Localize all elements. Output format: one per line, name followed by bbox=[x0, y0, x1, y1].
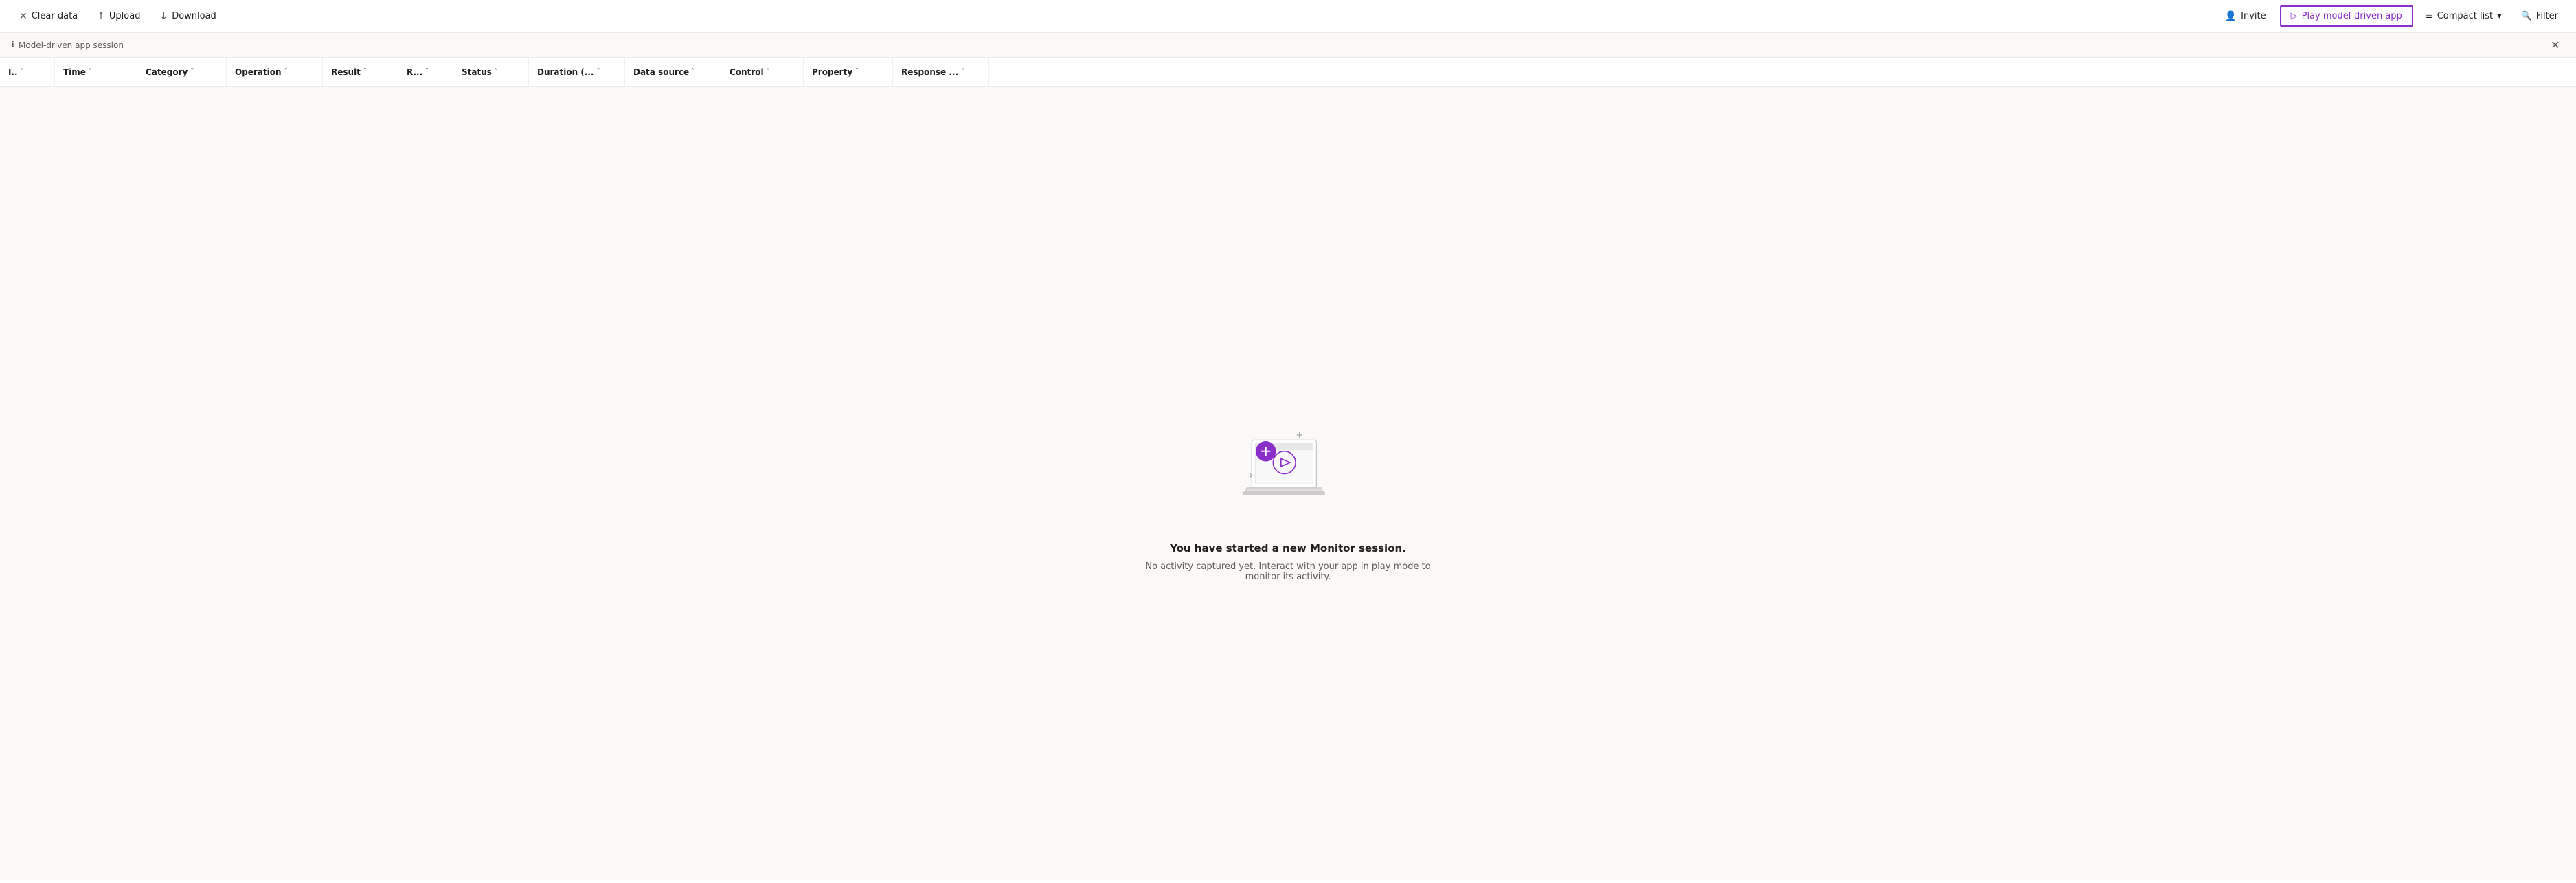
upload-label: Upload bbox=[109, 11, 141, 21]
list-icon: ≡ bbox=[2426, 11, 2433, 21]
column-header-time[interactable]: Time ˅ bbox=[55, 58, 137, 86]
invite-label: Invite bbox=[2241, 11, 2266, 21]
laptop-svg: + bbox=[1212, 413, 1336, 513]
info-icon: ℹ bbox=[11, 40, 14, 50]
col-time-label: Time bbox=[63, 67, 86, 77]
column-header-control[interactable]: Control ˅ bbox=[721, 58, 804, 86]
col-property-label: Property bbox=[812, 67, 852, 77]
invite-button[interactable]: 👤 Invite bbox=[2217, 7, 2274, 26]
download-icon: ↓ bbox=[159, 11, 168, 22]
column-header-response[interactable]: Response ... ˅ bbox=[893, 58, 989, 86]
col-category-label: Category bbox=[146, 67, 188, 77]
clear-data-label: Clear data bbox=[32, 11, 78, 21]
main-content: + You have started a new Monitor sessio bbox=[0, 87, 2576, 880]
chevron-down-icon: ˅ bbox=[363, 68, 367, 76]
play-model-driven-button[interactable]: ▷ Play model-driven app bbox=[2280, 5, 2413, 27]
compact-list-label: Compact list bbox=[2437, 11, 2493, 21]
toolbar-right: 👤 Invite ▷ Play model-driven app ≡ Compa… bbox=[2217, 5, 2565, 27]
filter-label: Filter bbox=[2536, 11, 2558, 21]
chevron-down-icon: ˅ bbox=[495, 68, 498, 76]
col-operation-label: Operation bbox=[235, 67, 282, 77]
chevron-down-icon: ˅ bbox=[21, 68, 24, 76]
session-bar: ℹ Model-driven app session ✕ bbox=[0, 33, 2576, 58]
column-header-datasource[interactable]: Data source ˅ bbox=[625, 58, 721, 86]
col-response-label: Response ... bbox=[901, 67, 958, 77]
column-header-category[interactable]: Category ˅ bbox=[137, 58, 227, 86]
column-headers: I.. ˅ Time ˅ Category ˅ Operation ˅ Resu… bbox=[0, 58, 2576, 87]
empty-state-subtitle: No activity captured yet. Interact with … bbox=[1137, 561, 1439, 582]
empty-state-title: You have started a new Monitor session. bbox=[1170, 542, 1406, 555]
session-info: ℹ Model-driven app session bbox=[11, 40, 124, 50]
toolbar-left: ✕ Clear data ↑ Upload ↓ Download bbox=[11, 7, 225, 26]
chevron-down-icon: ˅ bbox=[190, 68, 194, 76]
filter-icon: 🔍 bbox=[2521, 11, 2532, 21]
chevron-down-icon: ˅ bbox=[284, 68, 288, 76]
col-id-label: I.. bbox=[8, 67, 18, 77]
column-header-operation[interactable]: Operation ˅ bbox=[227, 58, 323, 86]
person-icon: 👤 bbox=[2225, 11, 2237, 22]
col-duration-label: Duration (... bbox=[537, 67, 594, 77]
col-result-label: Result bbox=[331, 67, 361, 77]
upload-button[interactable]: ↑ Upload bbox=[89, 7, 148, 26]
column-header-r[interactable]: R... ˅ bbox=[398, 58, 453, 86]
clear-data-button[interactable]: ✕ Clear data bbox=[11, 7, 86, 26]
col-control-label: Control bbox=[730, 67, 764, 77]
chevron-down-icon: ˅ bbox=[961, 68, 964, 76]
chevron-down-icon: ▾ bbox=[2497, 11, 2502, 21]
column-header-duration[interactable]: Duration (... ˅ bbox=[529, 58, 625, 86]
monitor-illustration: + bbox=[1212, 413, 1364, 523]
col-r-label: R... bbox=[407, 67, 422, 77]
column-header-result[interactable]: Result ˅ bbox=[323, 58, 398, 86]
play-model-driven-label: Play model-driven app bbox=[2302, 11, 2402, 21]
download-button[interactable]: ↓ Download bbox=[151, 7, 224, 26]
upload-icon: ↑ bbox=[97, 11, 105, 22]
toolbar: ✕ Clear data ↑ Upload ↓ Download 👤 Invit… bbox=[0, 0, 2576, 33]
compact-list-button[interactable]: ≡ Compact list ▾ bbox=[2419, 7, 2509, 25]
column-header-id[interactable]: I.. ˅ bbox=[0, 58, 55, 86]
chevron-down-icon: ˅ bbox=[855, 68, 859, 76]
column-header-property[interactable]: Property ˅ bbox=[804, 58, 893, 86]
col-status-label: Status bbox=[462, 67, 492, 77]
download-label: Download bbox=[172, 11, 216, 21]
chevron-down-icon: ˅ bbox=[692, 68, 695, 76]
filter-button[interactable]: 🔍 Filter bbox=[2514, 7, 2565, 25]
chevron-down-icon: ˅ bbox=[767, 68, 770, 76]
close-icon: ✕ bbox=[19, 11, 27, 22]
play-icon: ▷ bbox=[2291, 11, 2298, 21]
col-datasource-label: Data source bbox=[633, 67, 689, 77]
chevron-down-icon: ˅ bbox=[425, 68, 429, 76]
session-label: Model-driven app session bbox=[19, 41, 124, 50]
session-close-button[interactable]: ✕ bbox=[2546, 36, 2565, 55]
chevron-down-icon: ˅ bbox=[597, 68, 600, 76]
chevron-down-icon: ˅ bbox=[89, 68, 92, 76]
column-header-status[interactable]: Status ˅ bbox=[453, 58, 529, 86]
